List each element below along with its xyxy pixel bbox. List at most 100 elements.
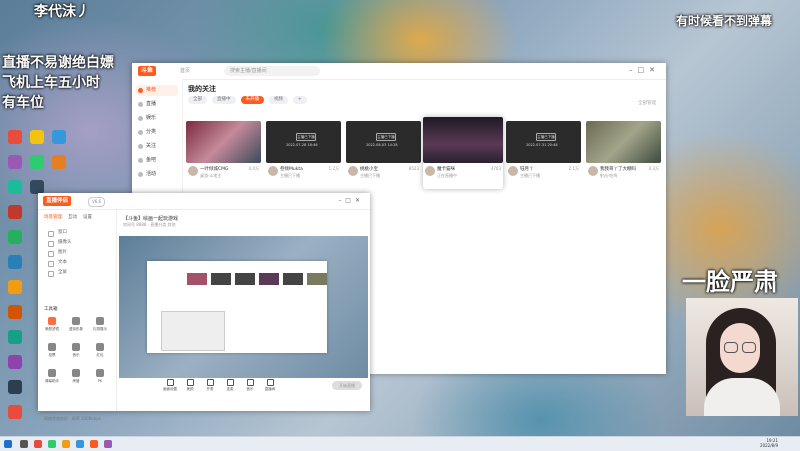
card-count: 1.2万 bbox=[328, 166, 339, 171]
bottom-tool[interactable]: 直播间 bbox=[261, 379, 279, 392]
tool-button[interactable]: 投票 bbox=[42, 343, 62, 363]
companion-tabs: 场景管理 互动 设置 bbox=[44, 214, 92, 220]
tab-settings[interactable]: 设置 bbox=[83, 214, 92, 220]
stream-card[interactable]: 一叶倾城CMG 桌游·斗地主 4.0万 bbox=[186, 121, 261, 189]
source-item[interactable]: 摄像头 bbox=[46, 239, 110, 247]
stream-title[interactable]: 【斗鱼】绘画一起玩游戏 bbox=[123, 215, 178, 222]
preview-card bbox=[259, 273, 279, 285]
app-icon[interactable] bbox=[8, 130, 22, 144]
circle-icon bbox=[138, 144, 143, 149]
stream-card[interactable]: 魔卡猫咪 正在直播中 4703 bbox=[423, 117, 503, 189]
bottom-tool[interactable]: 音乐 bbox=[241, 379, 259, 392]
app-icon[interactable] bbox=[34, 440, 42, 448]
tool-button[interactable]: PK bbox=[90, 369, 110, 389]
bottom-tool[interactable]: 画面设置 bbox=[161, 379, 179, 392]
app-icon[interactable] bbox=[52, 155, 66, 169]
tool-button[interactable]: 房管 bbox=[66, 369, 86, 389]
webcam-body bbox=[704, 378, 780, 416]
nav-home[interactable]: 首页 bbox=[180, 67, 190, 74]
source-item[interactable]: 全屏 bbox=[46, 269, 110, 277]
source-item[interactable]: 文本 bbox=[46, 259, 110, 267]
sidebar-item[interactable]: 推荐 bbox=[136, 85, 178, 96]
offline-badge: 主播已下播 bbox=[376, 133, 396, 141]
app-icon[interactable] bbox=[52, 130, 66, 144]
stream-thumbnail[interactable] bbox=[423, 117, 503, 163]
bottom-tool[interactable]: 美颜 bbox=[181, 379, 199, 392]
window-controls[interactable]: –□✕ bbox=[338, 197, 364, 204]
tool-button[interactable]: 音乐 bbox=[66, 343, 86, 363]
stream-card[interactable]: 主播已下播 2022-07-28 18:46 叁倾Mukta 主播已下播 1.2… bbox=[266, 121, 341, 189]
app-icon[interactable] bbox=[8, 280, 22, 294]
card-count: 3.3万 bbox=[648, 166, 659, 171]
app-icon[interactable] bbox=[90, 440, 98, 448]
sidebar-item[interactable]: 娱乐 bbox=[136, 113, 178, 124]
tool-button[interactable]: 红包 bbox=[90, 343, 110, 363]
source-item[interactable]: 窗口 bbox=[46, 229, 110, 237]
app-icon[interactable] bbox=[20, 440, 28, 448]
sidebar-item[interactable]: 分类 bbox=[136, 127, 178, 138]
search-input[interactable]: 搜索主播/直播间 bbox=[224, 66, 320, 76]
tab-scenes[interactable]: 场景管理 bbox=[44, 214, 62, 220]
filter-chip[interactable]: 直播中 bbox=[212, 96, 236, 104]
stream-thumbnail[interactable]: 主播已下播 2022-08-03 14:28 bbox=[346, 121, 421, 163]
app-icon[interactable] bbox=[8, 205, 22, 219]
followed-cards: 一叶倾城CMG 桌游·斗地主 4.0万 主播已下播 2022-07-28 18:… bbox=[186, 117, 666, 191]
filter-chip[interactable]: 全部 bbox=[188, 96, 207, 104]
glasses-icon bbox=[724, 342, 738, 353]
app-icon[interactable] bbox=[30, 155, 44, 169]
tab-interact[interactable]: 互动 bbox=[68, 214, 77, 220]
app-icon[interactable] bbox=[8, 380, 22, 394]
app-icon[interactable] bbox=[8, 180, 22, 194]
app-icon[interactable] bbox=[104, 440, 112, 448]
tool-icon bbox=[96, 369, 104, 377]
bottom-tool[interactable]: 开麦 bbox=[201, 379, 219, 392]
app-icon[interactable] bbox=[62, 440, 70, 448]
source-item[interactable]: 图片 bbox=[46, 249, 110, 257]
app-icon[interactable] bbox=[76, 440, 84, 448]
stream-thumbnail[interactable]: 主播已下播 2022-07-28 18:46 bbox=[266, 121, 341, 163]
start-icon[interactable] bbox=[4, 440, 12, 448]
circle-icon bbox=[138, 88, 143, 93]
toolbox-label: 工具箱 bbox=[44, 307, 58, 312]
stream-preview[interactable] bbox=[119, 236, 368, 378]
stream-thumbnail[interactable]: 主播已下播 2022-07-31 20:48 bbox=[506, 121, 581, 163]
filter-chip[interactable]: 未开播 bbox=[240, 96, 264, 104]
window-controls[interactable]: –□✕ bbox=[629, 66, 660, 74]
app-icon[interactable] bbox=[8, 155, 22, 169]
app-icon[interactable] bbox=[8, 255, 22, 269]
sidebar-item[interactable]: 关注 bbox=[136, 141, 178, 152]
app-icon[interactable] bbox=[8, 355, 22, 369]
tool-button[interactable]: 弹幕助手 bbox=[42, 369, 62, 389]
sidebar-item[interactable]: 活动 bbox=[136, 169, 178, 180]
stream-card[interactable]: 我我哥丫了大棚吗 射击·吃鸡 3.3万 bbox=[586, 121, 661, 189]
app-icon[interactable] bbox=[48, 440, 56, 448]
app-icon[interactable] bbox=[30, 180, 44, 194]
sidebar-item[interactable]: 直播 bbox=[136, 99, 178, 110]
card-name: 钰月丫 bbox=[520, 167, 534, 172]
app-icon[interactable] bbox=[8, 230, 22, 244]
stream-thumbnail[interactable] bbox=[186, 121, 261, 163]
preview-window-capture bbox=[147, 261, 327, 353]
system-clock[interactable]: 19:21 2022/8/9 bbox=[760, 438, 778, 448]
douyu-logo[interactable]: 斗鱼 bbox=[138, 66, 157, 76]
tool-button[interactable]: 虚拟形象 bbox=[66, 317, 86, 337]
card-count: 2.1万 bbox=[568, 166, 579, 171]
tool-button[interactable]: 美颜滤镜 bbox=[42, 317, 62, 337]
mood-overlay: 一脸严肃 bbox=[682, 268, 778, 296]
filter-add[interactable]: + bbox=[293, 96, 307, 104]
start-live-button[interactable]: 开始直播 bbox=[332, 381, 362, 390]
stream-card[interactable]: 主播已下播 2022-08-03 14:28 桃桃小宝 主播已下播 8523 bbox=[346, 121, 421, 189]
sidebar-item[interactable]: 鱼吧 bbox=[136, 155, 178, 166]
companion-logo[interactable]: 直播伴侣 bbox=[43, 196, 72, 206]
bottom-tool[interactable]: 连麦 bbox=[221, 379, 239, 392]
app-icon[interactable] bbox=[8, 305, 22, 319]
preview-card bbox=[283, 273, 303, 285]
filter-chip[interactable]: 视频 bbox=[269, 96, 288, 104]
app-icon[interactable] bbox=[30, 130, 44, 144]
app-icon[interactable] bbox=[8, 330, 22, 344]
manage-link[interactable]: 全部管理 bbox=[638, 100, 656, 106]
stream-card[interactable]: 主播已下播 2022-07-31 20:48 钰月丫 主播已下播 2.1万 bbox=[506, 121, 581, 189]
tool-button[interactable]: 礼物展示 bbox=[90, 317, 110, 337]
stream-thumbnail[interactable] bbox=[586, 121, 661, 163]
app-icon[interactable] bbox=[8, 405, 22, 419]
